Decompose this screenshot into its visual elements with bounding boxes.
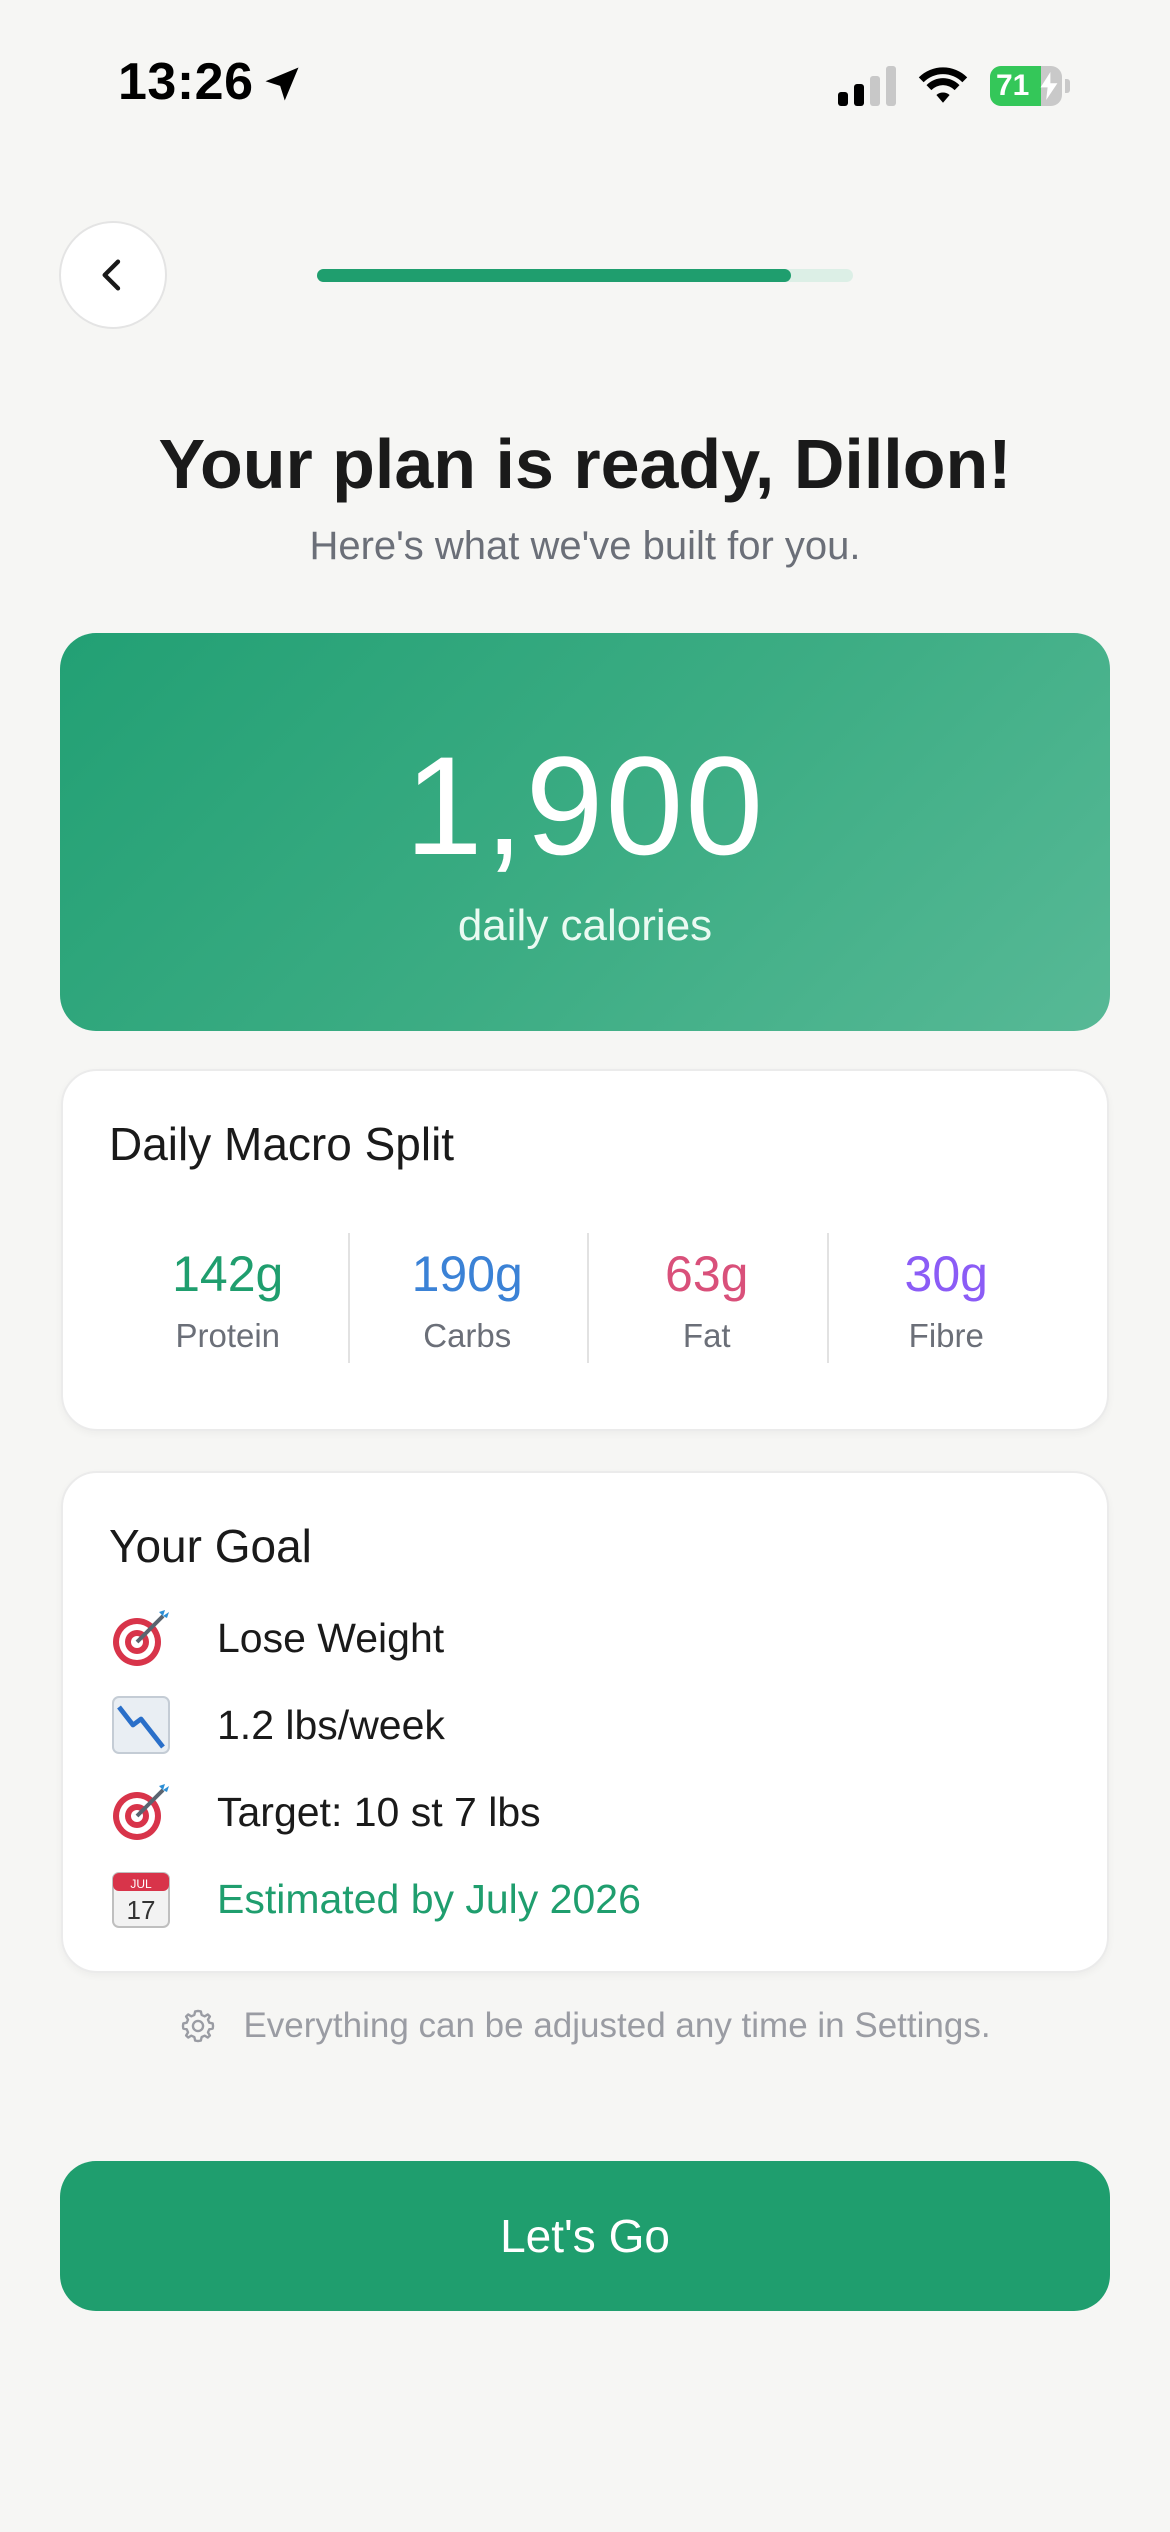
goal-item-lose-weight: Lose Weight bbox=[109, 1603, 1009, 1673]
cellular-signal-icon bbox=[838, 66, 896, 106]
goal-text: Lose Weight bbox=[217, 1614, 445, 1661]
calendar-icon: JUL 17 bbox=[112, 1872, 170, 1928]
macro-split-card: Daily Macro Split 142g Protein 190g Carb… bbox=[61, 1069, 1109, 1431]
macro-label: Fat bbox=[682, 1317, 731, 1354]
onboarding-progress-bar bbox=[317, 269, 853, 282]
macro-fibre: 30g Fibre bbox=[826, 1233, 1067, 1363]
status-time: 13:26 bbox=[118, 53, 254, 111]
macro-carbs: 190g Carbs bbox=[347, 1233, 588, 1363]
page-title: Your plan is ready, Dillon! bbox=[158, 425, 1012, 503]
macro-protein: 142g Protein bbox=[108, 1233, 348, 1363]
macro-value: 190g bbox=[411, 1246, 523, 1302]
goal-card-title: Your Goal bbox=[109, 1520, 312, 1572]
macro-value: 63g bbox=[665, 1246, 749, 1302]
macro-row: 142g Protein 190g Carbs 63g Fat 30g Fibr… bbox=[108, 1233, 1066, 1363]
calorie-label: daily calories bbox=[457, 901, 713, 950]
macro-label: Fibre bbox=[908, 1317, 984, 1354]
goal-item-weekly-rate: 1.2 lbs/week bbox=[109, 1690, 1009, 1760]
goal-text: Target: 10 st 7 lbs bbox=[217, 1788, 541, 1835]
gear-icon bbox=[182, 2009, 215, 2043]
goal-card: Your Goal Lose Weight 1.2 lbs/week Targe… bbox=[61, 1471, 1109, 1973]
back-button[interactable] bbox=[59, 221, 167, 329]
settings-footnote: Everything can be adjusted any time in S… bbox=[0, 2006, 1170, 2046]
battery-charging-icon: 71 bbox=[990, 66, 1070, 106]
wifi-icon bbox=[918, 67, 968, 103]
macro-card-title: Daily Macro Split bbox=[109, 1118, 455, 1170]
goal-item-estimated-date: JUL 17 Estimated by July 2026 bbox=[109, 1864, 1009, 1934]
charging-bolt-icon bbox=[1040, 72, 1058, 100]
battery-percent: 71 bbox=[996, 69, 1030, 102]
macro-value: 30g bbox=[904, 1246, 988, 1302]
macro-fat: 63g Fat bbox=[587, 1233, 827, 1363]
goal-text: 1.2 lbs/week bbox=[217, 1701, 445, 1748]
status-bar: 13:26 71 bbox=[0, 0, 1170, 150]
location-arrow-icon bbox=[265, 67, 299, 101]
goal-text: Estimated by July 2026 bbox=[217, 1875, 641, 1922]
target-icon bbox=[113, 1610, 169, 1666]
macro-value: 142g bbox=[172, 1246, 284, 1302]
chart-decreasing-icon bbox=[112, 1696, 170, 1754]
calorie-value: 1,900 bbox=[404, 727, 766, 884]
progress-fill bbox=[317, 269, 792, 282]
lets-go-button[interactable]: Let's Go bbox=[60, 2161, 1110, 2311]
target-icon bbox=[113, 1784, 169, 1840]
macro-label: Carbs bbox=[423, 1317, 512, 1354]
calendar-day: 17 bbox=[127, 1895, 156, 1925]
macro-label: Protein bbox=[175, 1317, 281, 1354]
screen: 13:26 71 Your plan is ready, Dillon! Her… bbox=[0, 0, 1170, 2532]
footnote-text: Everything can be adjusted any time in S… bbox=[243, 2006, 991, 2045]
page-subtitle: Here's what we've built for you. bbox=[309, 524, 861, 568]
goal-item-target-weight: Target: 10 st 7 lbs bbox=[109, 1777, 1009, 1847]
chevron-left-icon bbox=[102, 259, 121, 291]
calendar-month: JUL bbox=[130, 1877, 152, 1891]
daily-calories-card: 1,900 daily calories bbox=[60, 633, 1110, 1031]
